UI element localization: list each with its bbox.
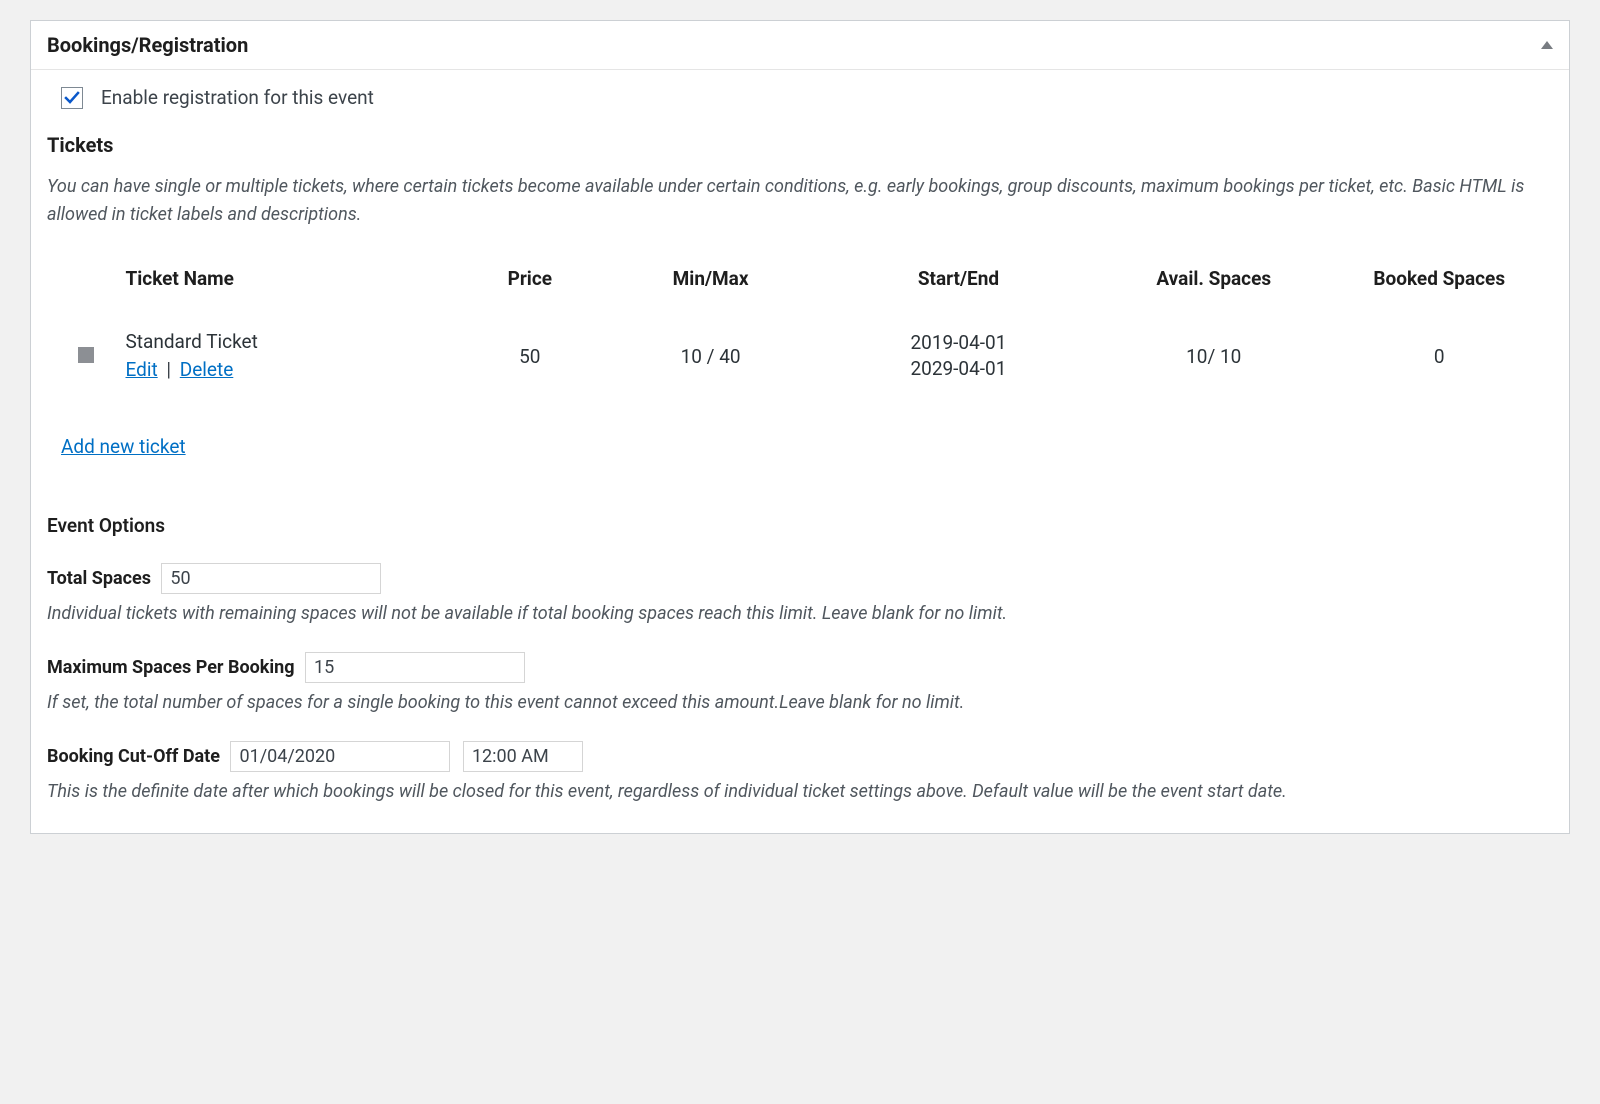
panel-header: Bookings/Registration (31, 21, 1569, 70)
total-spaces-label: Total Spaces (47, 568, 151, 589)
add-new-ticket-link[interactable]: Add new ticket (61, 435, 186, 458)
enable-registration-label: Enable registration for this event (101, 86, 374, 109)
ticket-name-label: Standard Ticket (126, 328, 454, 357)
max-spaces-label: Maximum Spaces Per Booking (47, 657, 295, 678)
ticket-avail-value: 10/ 10 (1102, 328, 1326, 391)
table-header-row: Ticket Name Price Min/Max Start/End Avai… (49, 267, 1551, 326)
enable-registration-row: Enable registration for this event (47, 86, 1553, 109)
ticket-row-actions: Edit | Delete (126, 356, 454, 385)
cutoff-hint: This is the definite date after which bo… (47, 778, 1553, 806)
event-options-heading: Event Options (47, 514, 1553, 537)
cutoff-date-input[interactable] (230, 741, 450, 772)
ticket-minmax-value: 10 / 40 (606, 328, 815, 391)
collapse-up-icon[interactable] (1541, 41, 1553, 49)
enable-registration-checkbox[interactable] (61, 87, 83, 109)
panel-title: Bookings/Registration (47, 33, 248, 57)
tickets-table: Ticket Name Price Min/Max Start/End Avai… (47, 265, 1553, 393)
max-spaces-input[interactable] (305, 652, 525, 683)
col-avail: Avail. Spaces (1102, 267, 1326, 326)
delete-ticket-link[interactable]: Delete (180, 358, 234, 381)
col-price: Price (455, 267, 604, 326)
ticket-startend-value: 2019-04-01 2029-04-01 (817, 328, 1100, 391)
cutoff-label: Booking Cut-Off Date (47, 746, 220, 767)
checkmark-icon (64, 90, 80, 106)
col-minmax: Min/Max (606, 267, 815, 326)
drag-handle-icon[interactable] (78, 347, 94, 363)
total-spaces-row: Total Spaces (47, 563, 1553, 594)
max-spaces-row: Maximum Spaces Per Booking (47, 652, 1553, 683)
table-row: Standard Ticket Edit | Delete 50 10 / 40… (49, 328, 1551, 391)
edit-ticket-link[interactable]: Edit (126, 358, 158, 381)
event-options-section: Event Options Total Spaces Individual ti… (47, 514, 1553, 806)
cutoff-time-input[interactable] (463, 741, 583, 772)
total-spaces-hint: Individual tickets with remaining spaces… (47, 600, 1553, 628)
bookings-registration-panel: Bookings/Registration Enable registratio… (30, 20, 1570, 834)
col-booked: Booked Spaces (1327, 267, 1551, 326)
max-spaces-hint: If set, the total number of spaces for a… (47, 689, 1553, 717)
ticket-booked-value: 0 (1327, 328, 1551, 391)
total-spaces-input[interactable] (161, 563, 381, 594)
ticket-price-value: 50 (455, 328, 604, 391)
tickets-heading: Tickets (47, 133, 1553, 157)
cutoff-row: Booking Cut-Off Date (47, 741, 1553, 772)
panel-body: Enable registration for this event Ticke… (31, 70, 1569, 833)
col-ticket-name: Ticket Name (126, 267, 454, 326)
col-startend: Start/End (817, 267, 1100, 326)
tickets-description: You can have single or multiple tickets,… (47, 173, 1553, 229)
